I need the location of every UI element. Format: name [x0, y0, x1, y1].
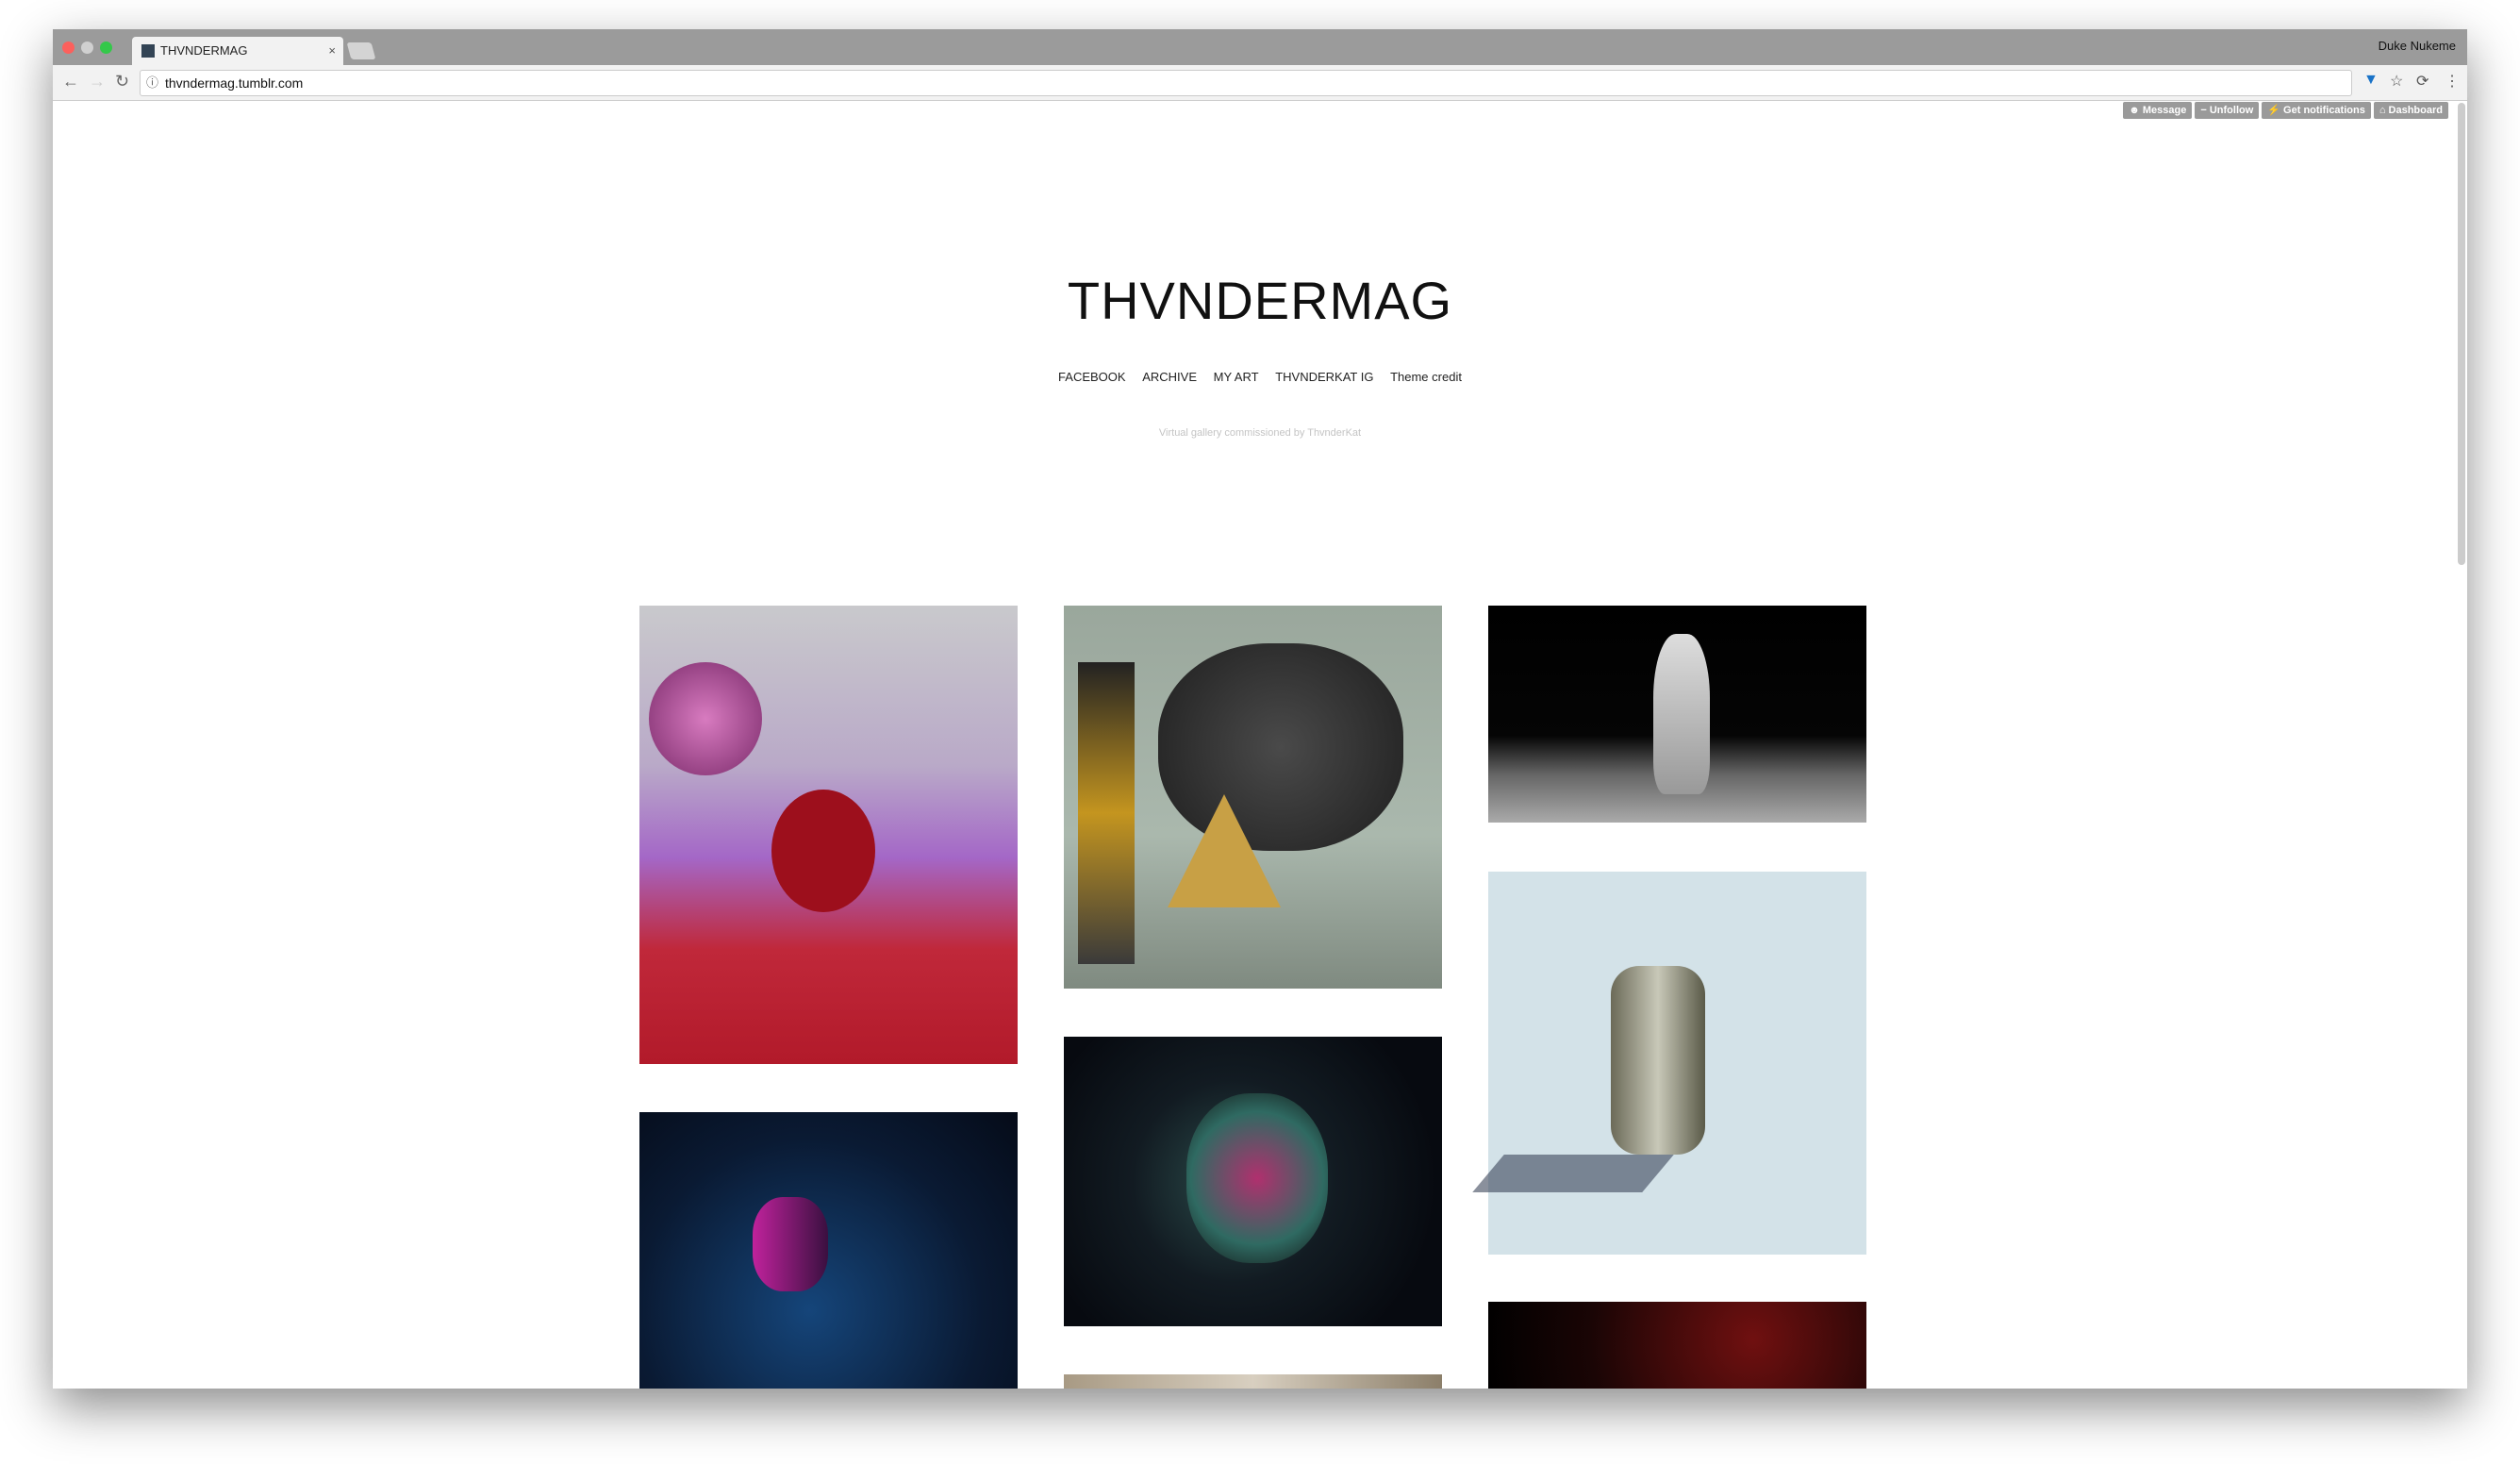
post-image-red-sparks[interactable] [1488, 1302, 1866, 1389]
notifications-button[interactable]: ⚡ Get notifications [2262, 102, 2371, 119]
message-icon: ☻ [2129, 105, 2143, 116]
post-image-heart[interactable] [1064, 1037, 1442, 1326]
favicon-icon [141, 44, 155, 58]
tumblr-controls: ☻ Message − Unfollow ⚡ Get notifications… [2123, 102, 2448, 119]
browser-tab[interactable]: THVNDERMAG × [132, 37, 343, 65]
info-icon: ⓘ [146, 75, 159, 90]
scrollbar[interactable] [2458, 103, 2465, 565]
dashboard-button[interactable]: ⌂ Dashboard [2373, 102, 2448, 119]
lightning-icon: ⚡ [2267, 105, 2284, 116]
message-button[interactable]: ☻ Message [2123, 102, 2193, 119]
url-text: thvndermag.tumblr.com [165, 75, 304, 91]
maximize-window-button[interactable] [100, 42, 112, 54]
close-window-button[interactable] [62, 42, 75, 54]
minimize-window-button[interactable] [81, 42, 93, 54]
link-my-art[interactable]: MY ART [1214, 370, 1259, 384]
back-icon[interactable]: ← [62, 72, 79, 92]
browser-window: THVNDERMAG × Duke Nukeme ← → ↻ ⓘ thvnderma… [53, 29, 2467, 1389]
unfollow-button[interactable]: − Unfollow [2195, 102, 2260, 119]
blog-title[interactable]: THVNDERMAG [53, 270, 2467, 331]
close-tab-icon[interactable]: × [328, 37, 336, 65]
minus-icon: − [2200, 105, 2210, 116]
browser-toolbar: ← → ↻ ⓘ thvndermag.tumblr.com ▼ ☆ ⟳ ⋮ [53, 65, 2467, 101]
address-bar[interactable]: ⓘ thvndermag.tumblr.com [140, 70, 2352, 96]
profile-name[interactable]: Duke Nukeme [2379, 39, 2456, 53]
post-image-neon-bust[interactable] [639, 1112, 1018, 1389]
post-image-kneeling-figure[interactable] [1488, 606, 1866, 823]
blog-nav: FACEBOOK ARCHIVE MY ART THVNDERKAT IG Th… [53, 370, 2467, 384]
blog-description: Virtual gallery commissioned by ThvnderK… [1158, 427, 1362, 439]
tab-title: THVNDERMAG [160, 43, 248, 58]
sync-icon[interactable]: ⟳ [2416, 72, 2429, 91]
post-image-post-image-sculpture[interactable] [1064, 606, 1442, 989]
extension-icon[interactable]: ▼ [2363, 72, 2379, 89]
home-icon: ⌂ [2379, 105, 2389, 116]
post-image-purple-hands[interactable] [639, 606, 1018, 1064]
reload-icon[interactable]: ↻ [115, 72, 129, 92]
post-image-textured[interactable] [1064, 1374, 1442, 1389]
link-thvnderkat-ig[interactable]: THVNDERKAT IG [1275, 370, 1373, 384]
new-tab-button[interactable] [346, 42, 376, 59]
link-theme-credit[interactable]: Theme credit [1390, 370, 1462, 384]
bookmark-star-icon[interactable]: ☆ [2390, 72, 2403, 91]
menu-icon[interactable]: ⋮ [2445, 72, 2460, 91]
tab-bar: THVNDERMAG × Duke Nukeme [53, 29, 2467, 65]
post-image-chrome-hand[interactable] [1472, 872, 1866, 1255]
forward-icon[interactable]: → [89, 72, 106, 92]
link-facebook[interactable]: FACEBOOK [1058, 370, 1126, 384]
link-archive[interactable]: ARCHIVE [1142, 370, 1197, 384]
